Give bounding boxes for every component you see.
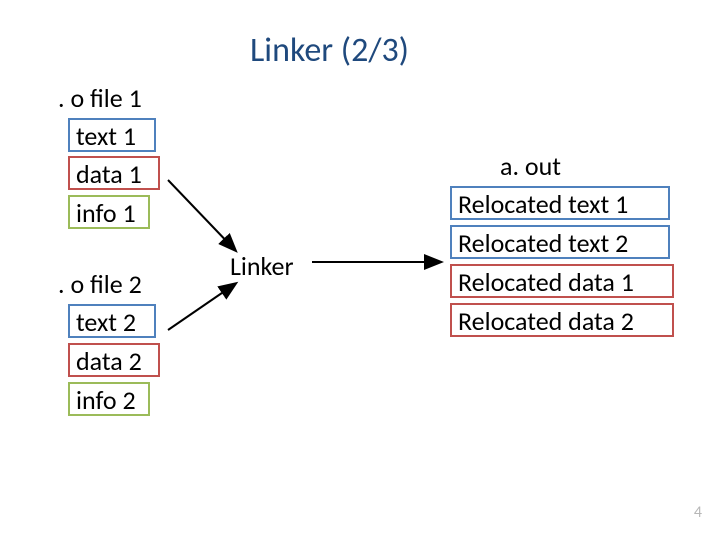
output-name: a. out: [500, 150, 561, 182]
file1-name: . o file 1: [58, 82, 142, 114]
output-rtext1: Relocated text 1: [450, 186, 670, 220]
page-number: 4: [694, 503, 702, 522]
linker-label: Linker: [230, 250, 294, 282]
file1-data: data 1: [68, 156, 160, 190]
file2-name: . o file 2: [58, 268, 142, 300]
output-rtext2: Relocated text 2: [450, 225, 670, 259]
output-rdata1: Relocated data 1: [450, 264, 674, 298]
file2-data: data 2: [68, 343, 160, 377]
file2-text: text 2: [68, 304, 156, 338]
output-rdata2: Relocated data 2: [450, 303, 674, 337]
file2-info: info 2: [68, 382, 150, 416]
slide-title: Linker (2/3): [250, 30, 409, 71]
file1-text: text 1: [68, 118, 156, 152]
file1-info: info 1: [68, 195, 150, 229]
